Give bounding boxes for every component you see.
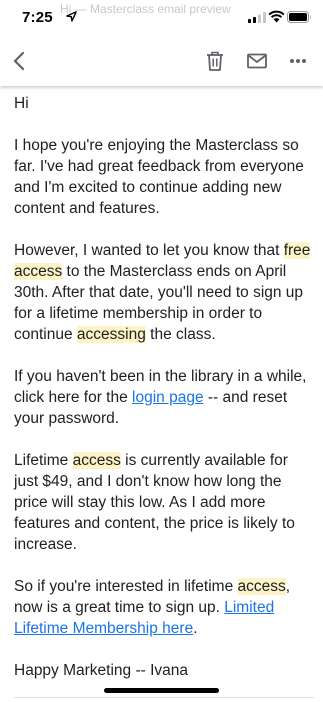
email-paragraph-1: I hope you're enjoying the Masterclass s… (14, 137, 304, 217)
email-paragraph-2: However, I wanted to let you know that f… (14, 240, 314, 345)
search-highlight: accessing (76, 326, 146, 343)
search-highlight: access (237, 578, 286, 595)
login-page-link[interactable]: login page (132, 389, 204, 406)
paragraph-text: the class. (145, 326, 216, 343)
email-body: Hi I hope you're enjoying the Masterclas… (14, 93, 314, 702)
paragraph-text: Lifetime (14, 452, 73, 469)
back-button[interactable] (7, 49, 31, 73)
paragraph-text: So if you're interested in lifetime (14, 578, 238, 595)
location-arrow-icon (66, 11, 77, 22)
search-highlight: access (72, 452, 121, 469)
chevron-left-icon (13, 51, 25, 71)
delete-button[interactable] (203, 49, 227, 73)
email-paragraph-3: If you haven't been in the library in a … (14, 366, 314, 429)
envelope-icon (247, 53, 267, 69)
email-greeting: Hi (14, 95, 29, 112)
more-horizontal-icon (290, 59, 306, 63)
paragraph-text: However, I wanted to let you know that (14, 242, 284, 259)
trash-icon (207, 51, 223, 71)
email-paragraph-5: So if you're interested in lifetime acce… (14, 576, 314, 639)
cellular-signal-icon (248, 12, 266, 23)
status-time: 7:25 (22, 9, 53, 26)
status-bar: Hi — Masterclass email preview 7:25 (0, 0, 323, 36)
battery-icon (287, 11, 311, 23)
divider (14, 697, 314, 698)
home-indicator[interactable] (104, 688, 219, 693)
email-paragraph-4: Lifetime access is currently available f… (14, 450, 314, 555)
mark-unread-button[interactable] (245, 49, 269, 73)
paragraph-text: . (193, 620, 198, 637)
email-toolbar (0, 36, 323, 86)
email-signoff: Happy Marketing -- Ivana (14, 662, 189, 679)
more-options-button[interactable] (286, 49, 310, 73)
wifi-icon (268, 10, 285, 23)
